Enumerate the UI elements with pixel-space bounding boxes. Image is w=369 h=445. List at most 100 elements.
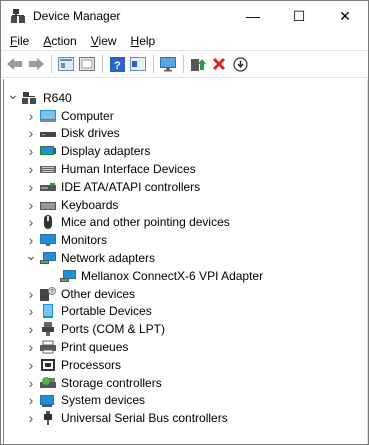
tree-node-label: Computer bbox=[61, 108, 114, 123]
chevron-down-icon[interactable]: ⌄ bbox=[25, 247, 37, 263]
tree-item-ports-com-lpt[interactable]: › Ports (COM & LPT) bbox=[1, 320, 368, 338]
chevron-right-icon[interactable]: › bbox=[25, 108, 37, 124]
view-icon bbox=[130, 57, 146, 71]
ide-icon bbox=[40, 180, 56, 194]
title-bar[interactable]: Device Manager — ☐ ✕ bbox=[1, 1, 368, 31]
system-icon bbox=[40, 393, 56, 408]
tree-item-universal-serial-bus-controllers[interactable]: › Universal Serial Bus controllers bbox=[1, 409, 368, 427]
disable-button[interactable] bbox=[230, 54, 250, 74]
chevron-right-icon[interactable]: › bbox=[25, 303, 37, 319]
tree-item-keyboards[interactable]: › Keyboards bbox=[1, 196, 368, 214]
tree-item-processors[interactable]: › Processors bbox=[1, 356, 368, 374]
tree-node-label: Mellanox ConnectX-6 VPI Adapter bbox=[81, 268, 264, 283]
tree-item-mellanox-adapter[interactable]: Mellanox ConnectX-6 VPI Adapter bbox=[1, 267, 368, 285]
tree-item-system-devices[interactable]: › System devices bbox=[1, 392, 368, 410]
tree-item-mice-and-other-pointing-devices[interactable]: › Mice and other pointing devices bbox=[1, 214, 368, 232]
maximize-button[interactable]: ☐ bbox=[276, 1, 322, 31]
keyboard-icon bbox=[40, 198, 56, 212]
disk-icon bbox=[40, 126, 56, 140]
tree-item-disk-drives[interactable]: › Disk drives bbox=[1, 125, 368, 143]
help-button[interactable]: ? bbox=[107, 54, 127, 74]
chevron-right-icon[interactable]: › bbox=[25, 339, 37, 355]
chevron-right-icon[interactable]: › bbox=[25, 161, 37, 177]
toolbar-separator bbox=[153, 55, 154, 73]
window-title: Device Manager bbox=[33, 9, 121, 23]
tree-item-storage-controllers[interactable]: › Storage controllers bbox=[1, 374, 368, 392]
menu-action[interactable]: Action bbox=[36, 34, 83, 48]
monitor-icon bbox=[40, 233, 56, 247]
tree-node-label: Human Interface Devices bbox=[61, 162, 196, 177]
uninstall-icon bbox=[212, 57, 226, 71]
forward-icon bbox=[29, 58, 44, 70]
tree-item-network-adapters[interactable]: ⌄ Network adapters bbox=[1, 247, 368, 267]
other-icon: ? bbox=[40, 286, 56, 301]
chevron-right-icon[interactable]: › bbox=[25, 197, 37, 213]
minimize-icon: — bbox=[246, 8, 260, 24]
scan-button[interactable] bbox=[77, 54, 97, 74]
tree-item-computer[interactable]: › Computer bbox=[1, 107, 368, 125]
tree-node-label: Print queues bbox=[61, 340, 129, 355]
tree-node-label: Processors bbox=[61, 357, 122, 372]
device-tree-pane[interactable]: ⌄ R640 › Computer › Disk drives › Display adapt… bbox=[1, 79, 368, 444]
uninstall-button[interactable] bbox=[209, 54, 229, 74]
usb-icon bbox=[40, 411, 56, 426]
maximize-icon: ☐ bbox=[292, 7, 306, 24]
chevron-right-icon[interactable]: › bbox=[25, 179, 37, 195]
chevron-right-icon[interactable]: › bbox=[25, 286, 37, 302]
processor-icon bbox=[40, 358, 56, 372]
tree-node-label: Monitors bbox=[61, 233, 108, 248]
portable-icon bbox=[40, 304, 56, 319]
chevron-right-icon[interactable]: › bbox=[25, 375, 37, 391]
mouse-icon bbox=[40, 215, 56, 230]
tree-node-label: Universal Serial Bus controllers bbox=[61, 411, 228, 426]
chevron-right-icon[interactable]: › bbox=[25, 392, 37, 408]
computer-root-icon bbox=[22, 91, 38, 105]
view-button[interactable] bbox=[128, 54, 148, 74]
toolbar-separator bbox=[102, 55, 103, 73]
tree-item-ide-ata-atapi-controllers[interactable]: › IDE ATA/ATAPI controllers bbox=[1, 178, 368, 196]
chevron-right-icon[interactable]: › bbox=[25, 143, 37, 159]
computer-icon bbox=[40, 109, 56, 123]
back-icon bbox=[7, 58, 22, 70]
menu-view[interactable]: View bbox=[84, 34, 124, 48]
chevron-right-icon[interactable]: › bbox=[25, 214, 37, 230]
network-icon bbox=[40, 251, 56, 265]
chevron-right-icon[interactable]: › bbox=[25, 410, 37, 426]
tree-node-label: Portable Devices bbox=[61, 304, 152, 319]
update-driver-button[interactable] bbox=[188, 54, 208, 74]
device-tree[interactable]: ⌄ R640 › Computer › Disk drives › Display adapt… bbox=[1, 86, 368, 427]
menu-help[interactable]: Help bbox=[124, 34, 163, 48]
tree-node-label: R640 bbox=[43, 90, 72, 105]
help-icon: ? bbox=[109, 56, 125, 72]
chevron-right-icon[interactable]: › bbox=[25, 125, 37, 141]
tree-node-label: IDE ATA/ATAPI controllers bbox=[61, 179, 201, 194]
tree-item-human-interface-devices[interactable]: › Human Interface Devices bbox=[1, 160, 368, 178]
minimize-button[interactable]: — bbox=[230, 1, 276, 31]
forward-button[interactable] bbox=[26, 54, 46, 74]
chevron-right-icon[interactable]: › bbox=[25, 321, 37, 337]
close-button[interactable]: ✕ bbox=[322, 1, 368, 31]
tree-node-label: Network adapters bbox=[61, 251, 156, 266]
chevron-right-icon[interactable]: › bbox=[25, 232, 37, 248]
tree-item-display-adapters[interactable]: › Display adapters bbox=[1, 142, 368, 160]
svg-text:?: ? bbox=[114, 60, 121, 72]
properties-button[interactable] bbox=[56, 54, 76, 74]
chevron-right-icon[interactable]: › bbox=[25, 357, 37, 373]
scan-icon bbox=[79, 57, 95, 71]
tree-node-label: Ports (COM & LPT) bbox=[61, 322, 166, 337]
monitor-button[interactable] bbox=[158, 54, 178, 74]
toolbar-separator bbox=[51, 55, 52, 73]
chevron-down-icon[interactable]: ⌄ bbox=[7, 86, 19, 102]
tree-node-label: Display adapters bbox=[61, 144, 151, 159]
tree-item-other-devices[interactable]: ›? Other devices bbox=[1, 285, 368, 303]
menu-file[interactable]: File bbox=[3, 34, 36, 48]
device-manager-window: Device Manager — ☐ ✕ File Action View Help … bbox=[0, 0, 369, 445]
tree-item-monitors[interactable]: › Monitors bbox=[1, 231, 368, 249]
tree-item-print-queues[interactable]: › Print queues bbox=[1, 338, 368, 356]
tree-item-portable-devices[interactable]: › Portable Devices bbox=[1, 303, 368, 321]
back-button[interactable] bbox=[5, 54, 25, 74]
tree-root-r640[interactable]: ⌄ R640 bbox=[1, 86, 368, 107]
toolbar-separator bbox=[183, 55, 184, 73]
hid-icon bbox=[40, 162, 56, 176]
